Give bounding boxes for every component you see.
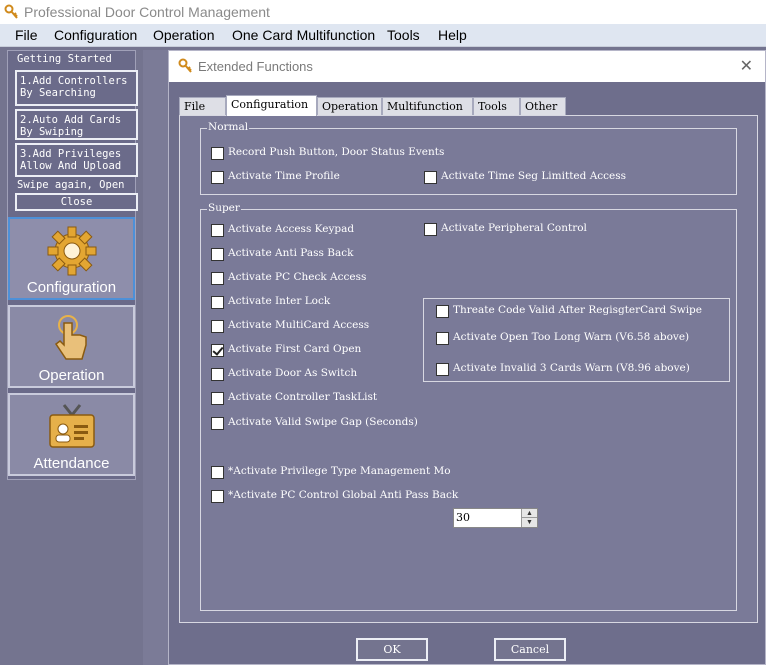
checkbox-box[interactable] [211,147,224,160]
id-card-icon [49,404,95,448]
checkbox-box[interactable] [436,332,449,345]
gear-icon [47,226,97,276]
tab-operation[interactable]: Operation [317,97,382,115]
operation-label: Operation [38,367,105,384]
spinbox-value[interactable]: 30 [456,511,470,524]
checkbox-label: *Activate PC Control Global Anti Pass Ba… [228,489,459,501]
menu-one-card-multifunction[interactable]: One Card Multifunction [232,27,375,43]
menu-help[interactable]: Help [438,27,467,43]
getting-started-title: Getting Started [17,53,112,65]
checkbox-box[interactable] [436,363,449,376]
swipe-again-text: Swipe again, Open [17,179,125,191]
checkbox-label: Activate Controller TaskList [228,391,378,403]
add-privileges-button[interactable]: 3.Add Privileges Allow And Upload [15,143,138,177]
checkbox-box[interactable] [211,490,224,503]
checkbox-label: Activate First Card Open [228,343,362,355]
app-title: Professional Door Control Management [24,4,270,20]
checkbox-box[interactable] [211,466,224,479]
checkbox-box[interactable] [211,224,224,237]
checkbox-label: Activate Valid Swipe Gap (Seconds) [228,416,418,428]
menu-file[interactable]: File [15,27,38,43]
normal-group-title: Normal [207,121,250,133]
tab-multifunction[interactable]: Multifunction [382,97,473,115]
tab-file[interactable]: File [179,97,226,115]
checkbox-label: Activate Door As Switch [228,367,358,379]
menu-configuration[interactable]: Configuration [54,27,137,43]
checkbox-box[interactable] [211,417,224,430]
operation-button[interactable]: Operation [8,305,135,388]
super-group-title: Super [207,202,241,214]
checkbox-box[interactable] [211,248,224,261]
ok-button[interactable]: OK [356,638,428,661]
attendance-button[interactable]: Attendance [8,393,135,476]
tab-configuration[interactable]: Configuration [226,95,317,116]
checkbox-box[interactable] [424,171,437,184]
dialog-title: Extended Functions [198,59,313,74]
close-icon[interactable]: ✕ [740,56,753,76]
auto-add-cards-button[interactable]: 2.Auto Add Cards By Swiping [15,109,138,140]
checkbox-label: Activate Access Keypad [228,223,355,235]
peripheral-subgroup: Threate Code Valid After RegisgterCard S… [423,298,730,382]
checkbox-label: Record Push Button, Door Status Events [228,146,445,158]
menu-tools[interactable]: Tools [387,27,420,43]
configuration-button[interactable]: Configuration [8,217,135,300]
normal-group: Normal Record Push Button, Door Status E… [200,121,737,195]
checkbox-box[interactable] [211,296,224,309]
checkbox-box-checked[interactable] [211,344,224,357]
left-panel: Getting Started 1.Add Controllers By Sea… [7,50,138,480]
checkbox-box[interactable] [211,272,224,285]
checkbox-label: Threate Code Valid After RegisgterCard S… [453,304,702,316]
spin-up-icon[interactable]: ▲ [522,509,537,518]
checkbox-label: Activate Time Profile [228,170,340,182]
checkbox-label: *Activate Privilege Type Management Mo [228,465,451,477]
add-controllers-button[interactable]: 1.Add Controllers By Searching [15,70,138,106]
super-group: Super Activate Access Keypad Activate An… [200,202,737,611]
checkbox-box[interactable] [211,368,224,381]
close-button[interactable]: Close [15,193,138,211]
checkbox-label: Activate Open Too Long Warn (V6.58 above… [453,331,690,343]
checkbox-label: Activate PC Check Access [228,271,367,283]
privilege-mode-spinbox[interactable]: 30 ▲ ▼ [453,508,538,528]
extended-functions-dialog: Extended Functions ✕ File Configuration … [168,50,766,665]
checkbox-label: Activate Time Seg Limitted Access [441,170,627,182]
tab-tools[interactable]: Tools [473,97,520,115]
checkbox-box[interactable] [424,223,437,236]
tab-other[interactable]: Other [520,97,566,115]
dialog-titlebar: Extended Functions ✕ [169,51,765,82]
checkbox-label: Activate Anti Pass Back [228,247,354,259]
configuration-panel: Normal Record Push Button, Door Status E… [179,115,758,623]
menu-bar: File Configuration Operation One Card Mu… [0,24,766,47]
checkbox-label: Activate Inter Lock [228,295,331,307]
app-titlebar: Professional Door Control Management [0,0,766,24]
spin-down-icon[interactable]: ▼ [522,518,537,527]
checkbox-box[interactable] [436,305,449,318]
spinbox-buttons: ▲ ▼ [521,509,537,527]
configuration-label: Configuration [26,279,117,296]
menu-operation[interactable]: Operation [153,27,214,43]
cancel-button[interactable]: Cancel [494,638,566,661]
key-icon [178,58,192,73]
checkbox-label: Activate MultiCard Access [228,319,370,331]
checkbox-label: Activate Invalid 3 Cards Warn (V8.96 abo… [453,362,690,374]
key-icon [4,4,18,19]
attendance-label: Attendance [33,455,110,472]
checkbox-box[interactable] [211,320,224,333]
checkbox-label: Activate Peripheral Control [441,222,587,234]
checkbox-box[interactable] [211,171,224,184]
hand-pointer-icon [54,315,87,360]
checkbox-box[interactable] [211,392,224,405]
